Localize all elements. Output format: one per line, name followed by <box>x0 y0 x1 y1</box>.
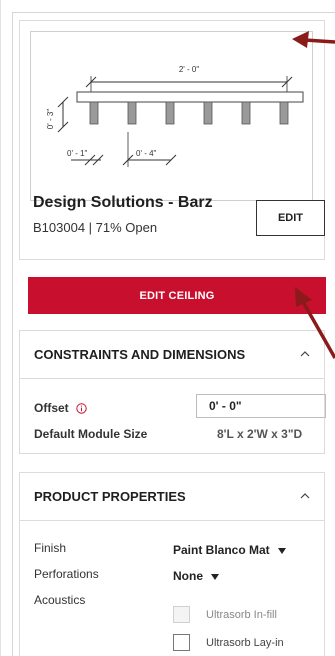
constraints-section: CONSTRAINTS AND DIMENSIONS Offset 0' - 0… <box>19 330 326 454</box>
product-properties-section: PRODUCT PROPERTIES Finish Paint Blanco M… <box>19 472 325 656</box>
product-card: 2' - 0" 0' - 3" 0' - 1" 0' - 4" Design S… <box>19 20 325 260</box>
constraints-header[interactable]: CONSTRAINTS AND DIMENSIONS <box>20 331 324 379</box>
offset-label: Offset <box>34 401 87 415</box>
dropdown-arrow-icon <box>277 547 286 554</box>
info-icon[interactable] <box>76 403 87 415</box>
finish-select[interactable]: Paint Blanco Mat <box>173 543 286 557</box>
background-line <box>0 0 1 656</box>
acoustics-label: Acoustics <box>34 593 86 607</box>
product-name: Design Solutions - Barz <box>33 194 213 211</box>
product-subtitle: B103004 | 71% Open <box>33 220 158 235</box>
finish-label: Finish <box>34 541 67 555</box>
perforations-label: Perforations <box>34 567 99 581</box>
finish-value: Paint Blanco Mat <box>173 543 270 557</box>
product-drawing: 2' - 0" 0' - 3" 0' - 1" 0' - 4" <box>46 65 304 167</box>
edit-ceiling-button[interactable]: EDIT CEILING <box>28 277 326 314</box>
ultrasorb-layin-label: Ultrasorb Lay-in <box>206 637 284 649</box>
chevron-up-icon[interactable] <box>300 491 310 501</box>
properties-header[interactable]: PRODUCT PROPERTIES <box>20 473 324 521</box>
module-size-label: Default Module Size <box>34 427 148 441</box>
ultrasorb-infill-checkbox[interactable] <box>173 606 190 623</box>
ultrasorb-layin-checkbox[interactable] <box>173 634 190 651</box>
offset-label-text: Offset <box>34 401 69 415</box>
chevron-up-icon[interactable] <box>300 349 310 359</box>
dropdown-arrow-icon <box>211 573 219 580</box>
product-thumbnail: 2' - 0" 0' - 3" 0' - 1" 0' - 4" <box>30 31 313 201</box>
perforations-select[interactable]: None <box>173 569 219 583</box>
gap-dimension: 0' - 1" <box>67 149 88 158</box>
module-size-value: 8'L x 2'W x 3"D <box>217 427 303 441</box>
edit-product-button[interactable]: EDIT <box>256 200 325 236</box>
height-dimension: 0' - 3" <box>46 109 55 130</box>
ultrasorb-infill-label: Ultrasorb In-fill <box>206 609 277 621</box>
span-dimension: 2' - 0" <box>179 65 200 74</box>
pitch-dimension: 0' - 4" <box>136 149 157 158</box>
offset-input[interactable]: 0' - 0" <box>196 394 326 418</box>
constraints-title: CONSTRAINTS AND DIMENSIONS <box>34 347 246 362</box>
properties-title: PRODUCT PROPERTIES <box>34 489 186 504</box>
perforations-value: None <box>173 569 203 583</box>
